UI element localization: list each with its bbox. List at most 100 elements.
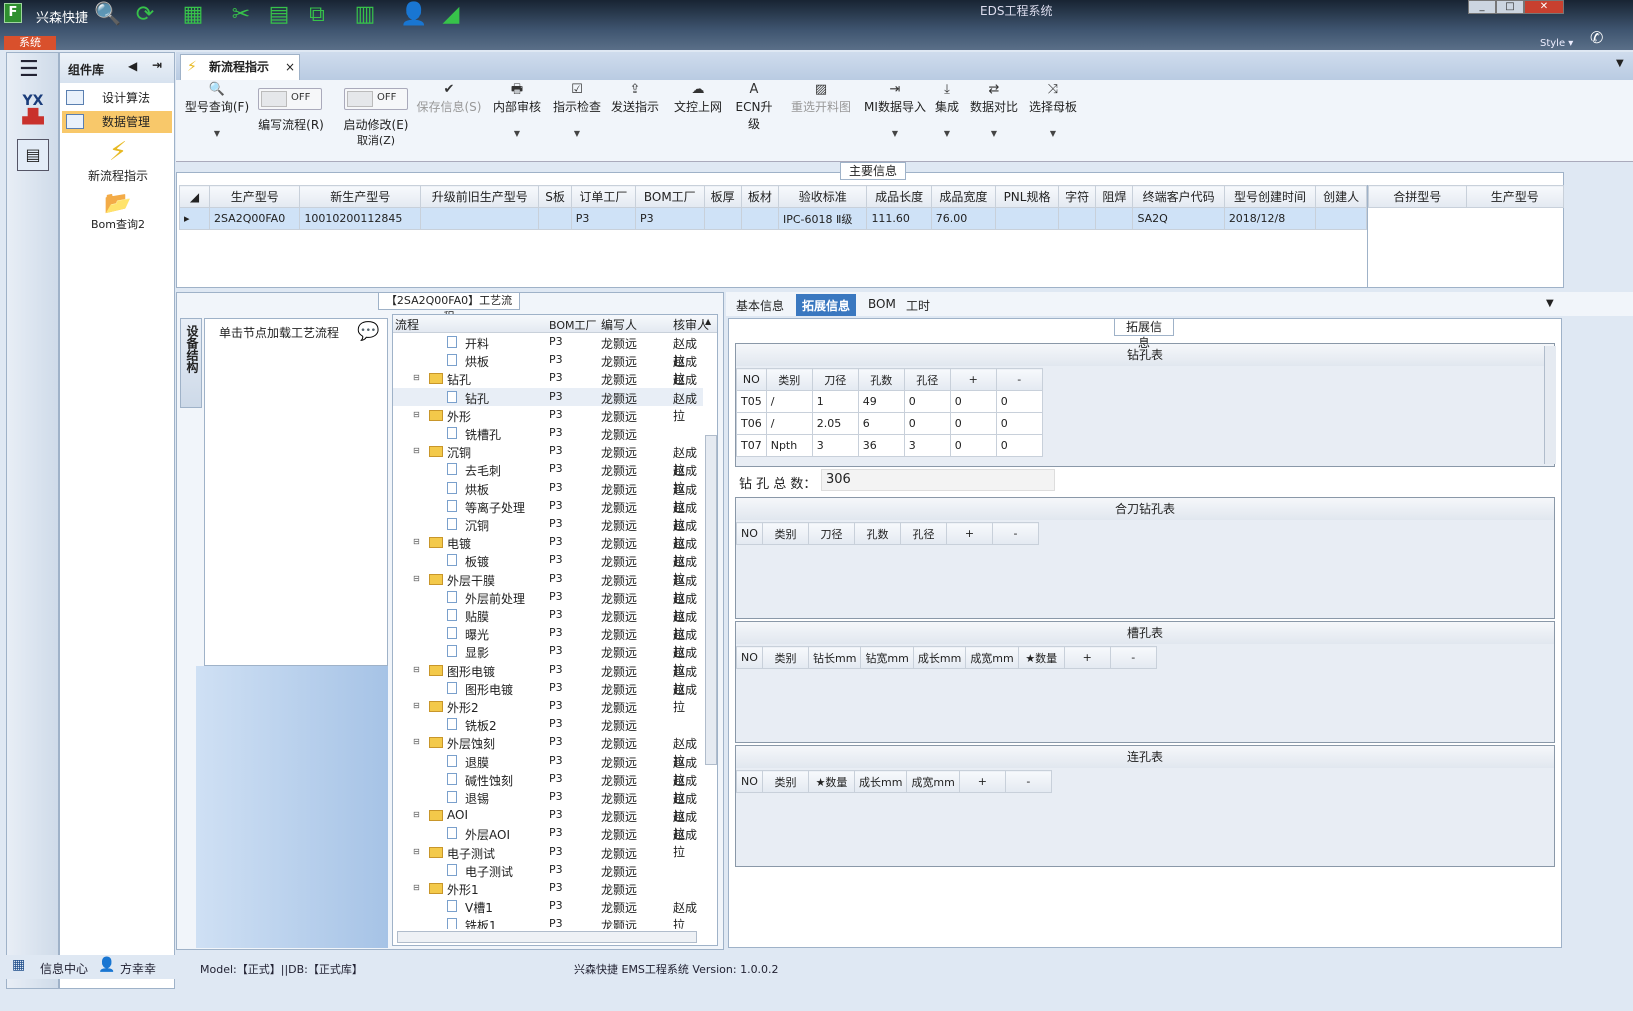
tree-node[interactable]: 图形电镀 P3 龙颢远 赵成拉	[393, 679, 703, 714]
column-header[interactable]: -	[992, 522, 1039, 545]
tree-node[interactable]: 贴膜 P3 龙颢远 赵成拉	[393, 606, 703, 641]
detail-tab[interactable]: 工时	[900, 294, 936, 316]
maximize-button[interactable]: □	[1496, 0, 1524, 14]
collapse-icon[interactable]: ⊟	[413, 883, 420, 892]
column-header[interactable]: 孔数	[854, 522, 901, 545]
device-structure-tab[interactable]: 设备结构	[180, 318, 202, 408]
copy-icon[interactable]: ⧉	[304, 2, 330, 28]
ribbon-button[interactable]: ▨ 重选开料图	[786, 82, 856, 158]
tree-node[interactable]: 退锡 P3 龙颢远 赵成拉	[393, 788, 703, 823]
tree-node[interactable]: 碱性蚀刻 P3 龙颢远 赵成拉	[393, 770, 703, 805]
tree-node[interactable]: ⊟ 外形2 P3 龙颢远	[393, 697, 703, 715]
column-header[interactable]: 订单工厂	[570, 185, 636, 208]
column-header[interactable]: 成长mm	[853, 770, 908, 793]
column-header[interactable]: 板厚	[703, 185, 742, 208]
tree-node[interactable]: 外层AOI P3 龙颢远 赵成拉	[393, 824, 703, 859]
collapse-icon[interactable]: ⊟	[413, 737, 420, 746]
factory-icon[interactable]: YX ▟▙	[15, 93, 51, 127]
collapse-icon[interactable]: ⊟	[413, 701, 420, 710]
info-center-link[interactable]: 信息中心	[40, 960, 88, 977]
column-header[interactable]: 新生产型号	[299, 185, 422, 208]
close-window-button[interactable]: ✕	[1524, 0, 1564, 14]
table-row[interactable]: T06/2.05 6 0 0 0	[736, 412, 1043, 435]
collapse-icon[interactable]: ⊟	[413, 410, 420, 419]
tree-node[interactable]: ⊟ 沉铜 P3 龙颢远 赵成拉	[393, 442, 703, 477]
tree-node[interactable]: 去毛刺 P3 龙颢远 赵成拉	[393, 460, 703, 495]
column-header[interactable]: 成宽mm	[965, 646, 1019, 669]
ribbon-button[interactable]: 🖶 内部审核 ▼	[492, 82, 542, 158]
column-header[interactable]: NO	[736, 646, 763, 669]
column-header[interactable]: -	[995, 368, 1043, 391]
column-header[interactable]: 成宽mm	[906, 770, 960, 793]
collapse-icon[interactable]: ⊟	[413, 446, 420, 455]
column-header[interactable]: 类别	[762, 522, 809, 545]
collapse-icon[interactable]: ⊟	[413, 373, 420, 382]
chart-icon[interactable]: ◢	[438, 2, 464, 28]
refresh-icon[interactable]: ⟳	[132, 2, 158, 28]
column-header[interactable]: 创建人	[1315, 185, 1367, 208]
tree-node[interactable]: 烘板 P3 龙颢远 赵成拉	[393, 351, 703, 386]
table-row[interactable]: ▸ 2SA2Q00FA0 10010200112845 P3 P3 IPC-6018 Ⅱ级…	[179, 207, 1367, 230]
tree-node[interactable]: ⊟ AOI P3 龙颢远 赵成拉	[393, 806, 703, 841]
film-icon[interactable]: ▤	[266, 2, 292, 28]
style-menu[interactable]: Style ▾	[1540, 38, 1573, 49]
column-header[interactable]: 类别	[762, 770, 809, 793]
user-icon[interactable]: 👤	[400, 2, 427, 28]
collapse-icon[interactable]: ⊟	[413, 665, 420, 674]
collapse-icon[interactable]: ⊟	[413, 810, 420, 819]
component-item-design-algorithm[interactable]: 设计算法	[62, 87, 172, 109]
collapse-icon[interactable]: ⊟	[413, 847, 420, 856]
tree-node[interactable]: V槽1 P3 龙颢远 赵成拉	[393, 897, 703, 929]
new-process-instruction-item[interactable]: ⚡ 新流程指示	[80, 137, 156, 184]
tree-node[interactable]: 开料 P3 龙颢远 赵成拉	[393, 333, 703, 368]
ribbon-button[interactable]: ☁ 文控上网	[672, 82, 724, 158]
tree-node[interactable]: 烘板 P3 龙颢远 赵成拉	[393, 479, 703, 514]
column-header[interactable]: 板材	[740, 185, 780, 208]
column-header[interactable]: -	[1004, 770, 1052, 793]
column-header[interactable]: +	[949, 368, 997, 391]
tree-node[interactable]: ⊟ 电镀 P3 龙颢远 赵成拉	[393, 533, 703, 568]
column-header[interactable]: 成品宽度	[930, 185, 997, 208]
column-header[interactable]: 阻焊	[1095, 185, 1134, 208]
column-header[interactable]: +	[946, 522, 993, 545]
collapse-icon[interactable]: ⊟	[413, 537, 420, 546]
column-header[interactable]: 刀径	[811, 368, 859, 391]
tree-node[interactable]: 电子测试 P3 龙颢远	[393, 861, 703, 879]
column-header[interactable]: 孔径	[903, 368, 951, 391]
column-header[interactable]: 孔数	[857, 368, 905, 391]
column-header[interactable]: 刀径	[808, 522, 855, 545]
tree-node[interactable]: ⊟ 外层蚀刻 P3 龙颢远 赵成拉	[393, 733, 703, 768]
tab-close-icon[interactable]: ×	[285, 55, 295, 79]
column-header[interactable]: NO	[736, 770, 763, 793]
table-icon[interactable]: ▦	[180, 2, 206, 28]
column-header[interactable]: 孔径	[900, 522, 947, 545]
column-header[interactable]: 升级前旧生产型号	[420, 185, 540, 208]
tree-node[interactable]: ⊟ 电子测试 P3 龙颢远	[393, 843, 703, 861]
tree-node[interactable]: 外层前处理 P3 龙颢远 赵成拉	[393, 588, 703, 623]
scroll-up-icon[interactable]: ▲	[705, 317, 711, 326]
column-header[interactable]: 终端客户代码	[1132, 185, 1225, 208]
tree-node[interactable]: 显影 P3 龙颢远 赵成拉	[393, 642, 703, 677]
detail-tab[interactable]: BOM	[862, 294, 902, 316]
tree-node[interactable]: ⊟ 外层干膜 P3 龙颢远 赵成拉	[393, 570, 703, 605]
table-row[interactable]: T05/1 49 0 0 0	[736, 390, 1043, 413]
detail-tab[interactable]: 拓展信息	[796, 294, 857, 316]
tree-node[interactable]: 钻孔 P3 龙颢远 赵成拉	[393, 387, 703, 423]
tree-node[interactable]: 退膜 P3 龙颢远 赵成拉	[393, 752, 703, 787]
ribbon-button[interactable]: A ECN升级	[732, 82, 776, 158]
column-header[interactable]: 成品长度	[866, 185, 932, 208]
collapse-left-icon[interactable]: ◀	[128, 59, 137, 73]
component-item-data-management[interactable]: 数据管理	[62, 111, 172, 133]
column-header[interactable]: NO	[736, 522, 763, 545]
tree-node[interactable]: ⊟ 图形电镀 P3 龙颢远 赵成拉	[393, 661, 703, 696]
column-header[interactable]: 验收标准	[777, 185, 868, 208]
column-header[interactable]: PNL规格	[994, 185, 1060, 208]
model-query-button[interactable]: 🔍 型号查询(F) ▼	[180, 82, 254, 158]
tree-vertical-scrollbar[interactable]	[705, 435, 717, 765]
table-row[interactable]: T07 Npth 3 36 3 0 0	[736, 434, 1043, 457]
tree-node[interactable]: 等离子处理 P3 龙颢远 赵成拉	[393, 497, 703, 532]
system-menu[interactable]: 系统	[4, 36, 56, 50]
tab-list-dropdown-icon[interactable]: ▼	[1616, 58, 1624, 69]
tree-node[interactable]: 铣板2 P3 龙颢远	[393, 715, 703, 733]
bom-query2-item[interactable]: 📂 Bom查询2	[80, 191, 156, 232]
